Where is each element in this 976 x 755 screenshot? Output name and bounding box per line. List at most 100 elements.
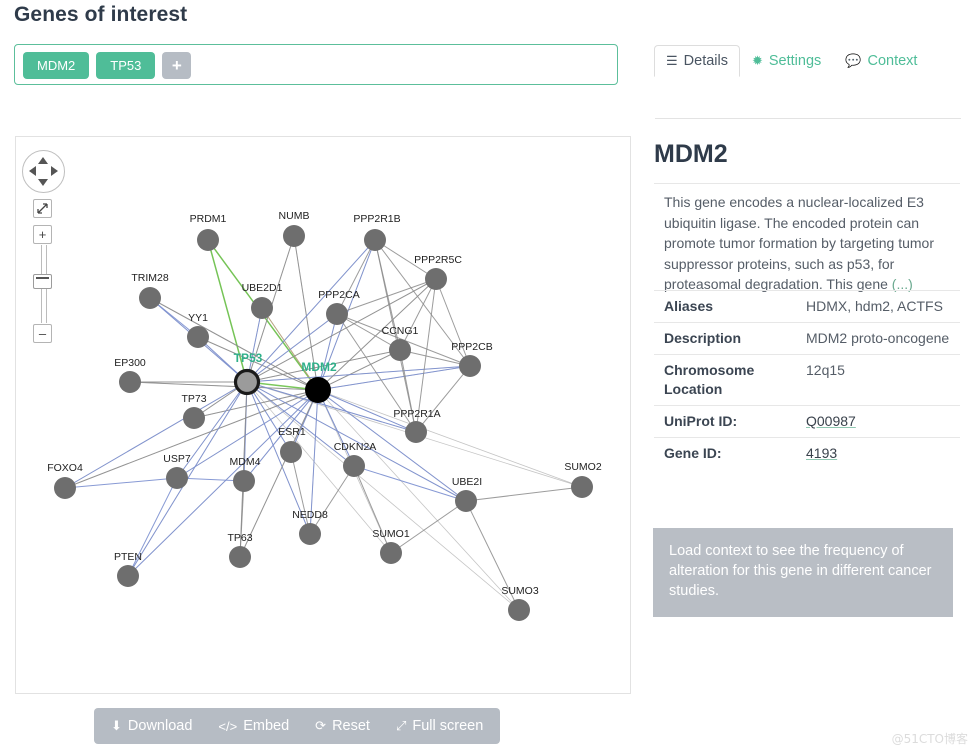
graph-node-cdkn2a[interactable]: CDKN2A	[334, 441, 377, 477]
full-screen-button[interactable]: ⤢ Full screen	[383, 718, 496, 734]
node-circle[interactable]	[455, 490, 477, 512]
node-circle[interactable]	[197, 229, 219, 251]
graph-node-sumo2[interactable]: SUMO2	[564, 461, 602, 498]
graph-node-mdm4[interactable]: MDM4	[230, 456, 261, 492]
info-value[interactable]: 4193	[806, 444, 950, 463]
node-label: UBE2D1	[242, 282, 283, 294]
genes-of-interest-input[interactable]: MDM2 TP53 +	[14, 44, 618, 85]
node-label: PRDM1	[190, 213, 227, 225]
graph-node-ppp2ca[interactable]: PPP2CA	[318, 289, 360, 325]
node-circle[interactable]	[405, 421, 427, 443]
zoom-out-button[interactable]: –	[33, 324, 52, 343]
gene-chip-mdm2[interactable]: MDM2	[23, 52, 90, 79]
node-circle[interactable]	[119, 371, 141, 393]
graph-node-ppp2r1b[interactable]: PPP2R1B	[353, 213, 401, 251]
info-value: MDM2 proto-oncogene	[806, 330, 950, 346]
node-circle[interactable]	[299, 523, 321, 545]
graph-node-tp73[interactable]: TP73	[181, 393, 207, 429]
info-row: UniProt ID: Q00987	[654, 405, 960, 437]
zoom-slider-handle[interactable]	[33, 274, 52, 289]
graph-node-ube2d1[interactable]: UBE2D1	[242, 282, 283, 319]
selected-gene-title: MDM2	[654, 140, 728, 168]
button-label: Embed	[243, 718, 290, 734]
node-circle[interactable]	[571, 476, 593, 498]
zoom-in-button[interactable]: +	[33, 225, 52, 244]
button-label: Reset	[332, 718, 370, 734]
info-row: Aliases HDMX, hdm2, ACTFS	[654, 290, 960, 322]
reset-button[interactable]: ⟳ Reset	[302, 718, 383, 734]
node-label: UBE2I	[452, 476, 482, 488]
node-circle[interactable]	[280, 441, 302, 463]
tab-settings[interactable]: ✹ Settings	[740, 45, 833, 77]
tab-details[interactable]: ☰ Details	[654, 45, 740, 77]
node-circle[interactable]	[364, 229, 386, 251]
tab-label: Context	[867, 53, 918, 69]
graph-node-tp63[interactable]: TP63	[227, 532, 253, 568]
gene-chip-tp53[interactable]: TP53	[96, 52, 156, 79]
embed-button[interactable]: </> Embed	[205, 718, 302, 734]
node-circle[interactable]	[326, 303, 348, 325]
graph-node-sumo1[interactable]: SUMO1	[372, 528, 410, 564]
info-value: HDMX, hdm2, ACTFS	[806, 298, 943, 314]
node-label: PPP2R1B	[353, 213, 400, 225]
node-circle[interactable]	[117, 565, 139, 587]
expand-icon: ⤢	[395, 718, 407, 733]
network-graph-panel[interactable]: PRDM1 NUMB PPP2R1B PPP2R5C TRIM28 UBE2D1 PPP2C…	[15, 136, 631, 694]
node-label: ESR1	[278, 426, 306, 438]
pan-down-icon[interactable]	[38, 179, 48, 186]
network-graph-canvas[interactable]: PRDM1 NUMB PPP2R1B PPP2R5C TRIM28 UBE2D1 PPP2C…	[16, 137, 630, 693]
add-gene-button[interactable]: +	[162, 52, 192, 79]
pan-right-icon[interactable]	[51, 166, 58, 176]
node-circle[interactable]	[508, 599, 530, 621]
graph-node-usp7[interactable]: USP7	[163, 453, 191, 489]
app-root: Genes of interest MDM2 TP53 + PRDM1 NUMB PPP…	[0, 0, 976, 755]
graph-node-nedd8[interactable]: NEDD8	[292, 509, 328, 545]
node-circle[interactable]	[459, 355, 481, 377]
info-value[interactable]: Q00987	[806, 412, 950, 431]
graph-edge	[239, 480, 245, 558]
node-circle[interactable]	[425, 268, 447, 290]
info-value-link[interactable]: 4193	[806, 445, 837, 461]
node-circle[interactable]	[283, 225, 305, 247]
node-circle[interactable]	[305, 377, 331, 403]
node-label: NEDD8	[292, 509, 328, 521]
node-label: PPP2R5C	[414, 254, 462, 266]
node-circle[interactable]	[251, 297, 273, 319]
node-circle[interactable]	[166, 467, 188, 489]
download-icon: ⬇	[111, 718, 122, 733]
info-value-link[interactable]: Q00987	[806, 413, 856, 429]
node-circle[interactable]	[343, 455, 365, 477]
graph-navigation-controls[interactable]: + –	[22, 150, 65, 360]
node-circle[interactable]	[139, 287, 161, 309]
graph-node-tp53[interactable]: TP53	[233, 351, 263, 396]
graph-node-sumo3[interactable]: SUMO3	[501, 585, 539, 621]
node-circle[interactable]	[233, 470, 255, 492]
graph-node-pten[interactable]: PTEN	[114, 551, 142, 587]
download-button[interactable]: ⬇ Download	[98, 718, 205, 734]
node-circle[interactable]	[389, 339, 411, 361]
node-circle[interactable]	[54, 477, 76, 499]
pan-dial[interactable]	[22, 150, 65, 193]
graph-node-ppp2cb[interactable]: PPP2CB	[451, 341, 493, 377]
graph-node-trim28[interactable]: TRIM28	[131, 272, 169, 309]
pan-left-icon[interactable]	[29, 166, 36, 176]
node-circle[interactable]	[187, 326, 209, 348]
fit-to-screen-button[interactable]	[33, 199, 52, 218]
node-circle[interactable]	[380, 542, 402, 564]
node-circle[interactable]	[183, 407, 205, 429]
tab-context[interactable]: 💬 Context	[833, 45, 929, 77]
graph-edge	[64, 381, 248, 489]
graph-node-ep300[interactable]: EP300	[114, 357, 146, 393]
graph-node-yy1[interactable]: YY1	[187, 312, 209, 348]
graph-node-prdm1[interactable]: PRDM1	[190, 213, 227, 251]
info-row: Description MDM2 proto-oncogene	[654, 322, 960, 354]
pan-up-icon[interactable]	[38, 157, 48, 164]
graph-node-numb[interactable]: NUMB	[279, 210, 310, 247]
context-placeholder-message: Load context to see the frequency of alt…	[653, 528, 953, 617]
graph-edge	[64, 477, 178, 489]
node-circle[interactable]	[233, 368, 261, 396]
graph-node-esr1[interactable]: ESR1	[278, 426, 306, 463]
info-row: Gene ID: 4193	[654, 437, 960, 469]
node-label: CCNG1	[382, 325, 419, 337]
node-circle[interactable]	[229, 546, 251, 568]
